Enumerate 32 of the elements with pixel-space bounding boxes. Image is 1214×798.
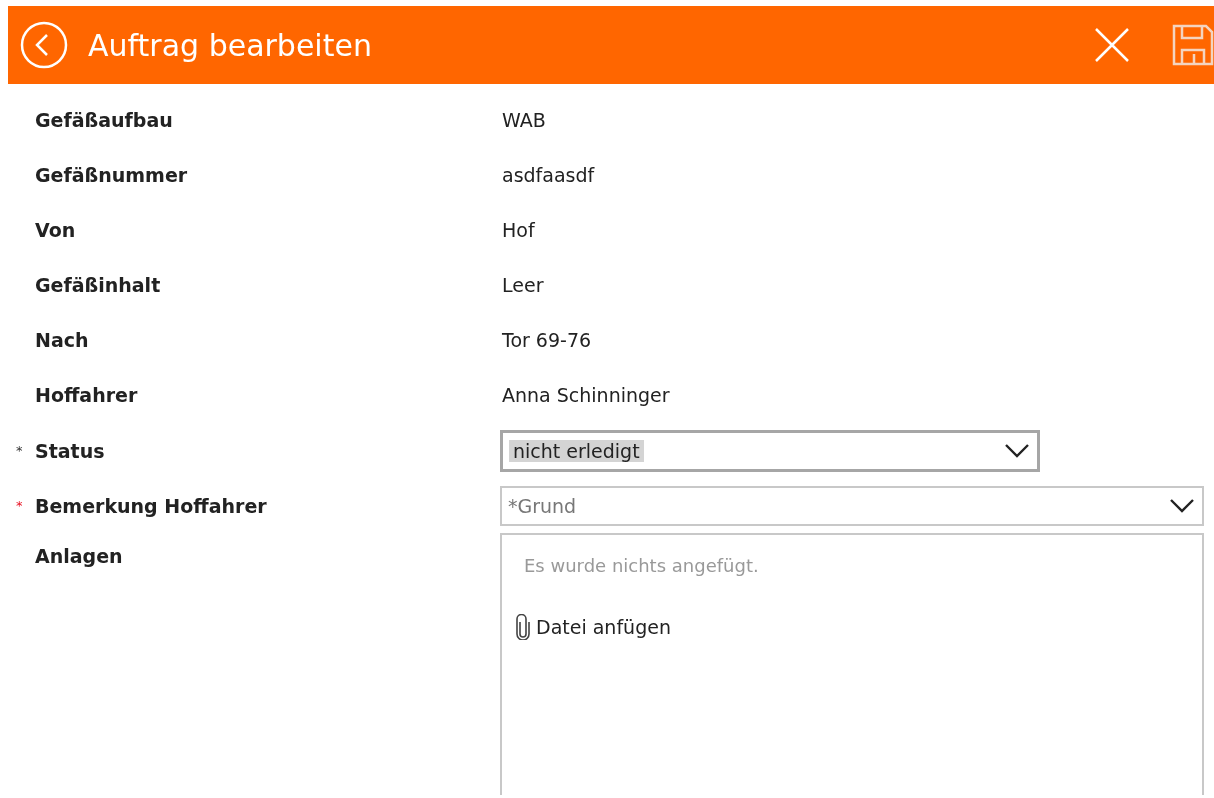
field-label: Gefäßnummer <box>35 163 189 186</box>
field-value: Anna Schinninger <box>501 384 671 407</box>
back-button[interactable] <box>20 21 68 69</box>
close-icon <box>1094 27 1130 63</box>
field-value: Hof <box>501 218 536 241</box>
field-value: asdfaasdf <box>501 163 596 186</box>
field-label: Nach <box>35 329 90 352</box>
attach-file-button[interactable]: Datei anfügen <box>516 614 671 641</box>
field-label: Status <box>35 439 106 462</box>
selected-value: nicht erledigt <box>509 439 644 462</box>
chevron-down-icon <box>1170 498 1194 513</box>
field-label: Von <box>35 218 77 241</box>
page-title: Auftrag bearbeiten <box>88 27 373 63</box>
dropdown-field[interactable]: *Grund <box>500 485 1204 526</box>
field-label: Gefäßaufbau <box>35 108 174 131</box>
field-label: Hoffahrer <box>35 384 139 407</box>
placeholder-text: *Grund <box>508 494 577 517</box>
field-label: Anlagen <box>35 544 124 568</box>
back-icon <box>20 21 68 69</box>
field-value: Leer <box>501 274 545 297</box>
field-label: Gefäßinhalt <box>35 274 162 297</box>
paperclip-icon <box>516 614 530 641</box>
field-value: WAB <box>501 108 547 131</box>
close-button[interactable] <box>1094 27 1130 63</box>
field-label: Bemerkung Hoffahrer <box>35 494 268 517</box>
required-mark: * <box>16 498 23 514</box>
chevron-down-icon <box>1005 443 1029 458</box>
dropdown-field[interactable]: nicht erledigt <box>500 429 1040 472</box>
save-button[interactable] <box>1172 24 1214 66</box>
field-value: Tor 69-76 <box>501 329 593 352</box>
empty-message: Es wurde nichts angefügt. <box>523 555 760 577</box>
required-mark: * <box>16 443 23 459</box>
